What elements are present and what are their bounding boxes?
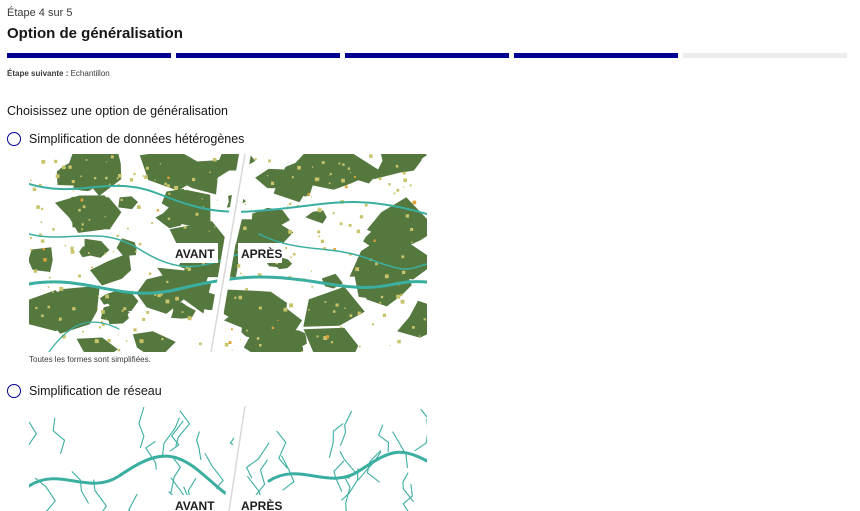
map-before-after-heterogeneous: AVANT APRÈS (29, 154, 427, 352)
option-heterogeneous-simplification[interactable]: Simplification de données hétérogènes (7, 132, 244, 146)
figure-heterogeneous: AVANT APRÈS (29, 154, 427, 352)
step-count: Étape 4 sur 5 (7, 7, 73, 19)
next-step-value: Echantillon (70, 69, 110, 78)
radio-network-simplification[interactable] (7, 384, 21, 398)
radio-heterogeneous-simplification[interactable] (7, 132, 21, 146)
stepper-segment-1 (7, 53, 171, 58)
label-after-network: APRÈS (241, 498, 282, 511)
next-step-info: Étape suivante : Echantillon (7, 69, 110, 78)
label-before: AVANT (175, 247, 215, 261)
figure-caption: Toutes les formes sont simplifiées. (29, 355, 151, 364)
label-after: APRÈS (241, 246, 282, 261)
options-legend: Choisissez une option de généralisation (7, 104, 228, 118)
option-network-simplification[interactable]: Simplification de réseau (7, 384, 162, 398)
stepper-segment-2 (176, 53, 340, 58)
progress-stepper (7, 53, 847, 58)
next-step-prefix: Étape suivante : (7, 69, 69, 78)
stepper-segment-4 (514, 53, 678, 58)
option-label-network: Simplification de réseau (29, 384, 162, 398)
stepper-segment-3 (345, 53, 509, 58)
page-title: Option de généralisation (7, 25, 183, 42)
option-label-heterogeneous: Simplification de données hétérogènes (29, 132, 245, 146)
map-before-after-network: AVANT APRÈS (29, 406, 427, 511)
figure-network: AVANT APRÈS (29, 406, 427, 511)
label-before-network: AVANT (175, 499, 215, 511)
stepper-segment-5 (683, 53, 847, 58)
